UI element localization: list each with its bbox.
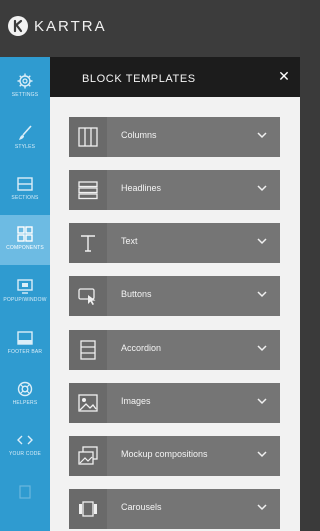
template-label: Buttons [121,289,152,299]
template-row-buttons[interactable]: Buttons [69,276,280,316]
sidebar-item-label: Footer bar [7,349,43,355]
sidebar-item-label: Helpers [12,400,38,406]
sidebar-item-label: Your code [8,451,42,457]
template-row-mockup-compositions[interactable]: Mockup compositions [69,436,280,476]
chevron-down-icon [257,504,267,511]
template-row-headlines[interactable]: Headlines [69,170,280,210]
template-label: Images [121,396,151,406]
chevron-down-icon [257,238,267,245]
sidebar-item-styles[interactable]: Styles [0,114,50,164]
sidebar-item-label: Settings [11,92,39,98]
brand-name: KARTRA [34,17,107,35]
code-icon [17,435,33,445]
close-button[interactable]: ✕ [276,68,292,84]
sidebar-item-components[interactable]: Components [0,215,50,265]
top-bar: KARTRA [0,0,300,57]
sidebar-item-footer-bar[interactable]: Footer bar [0,319,50,369]
sidebar-item-helpers[interactable]: Helpers [0,370,50,420]
footer-bar-icon [17,331,33,345]
chevron-down-icon [257,132,267,139]
template-row-accordion[interactable]: Accordion [69,330,280,370]
sidebar-item-settings[interactable]: Settings [0,62,50,112]
template-label: Carousels [121,502,162,512]
template-label: Mockup compositions [121,449,208,459]
sidebar-item-faded[interactable] [0,473,50,523]
panel-header: BLOCK TEMPLATES ✕ [50,57,300,97]
sidebar-item-label: Styles [14,144,36,150]
components-icon [17,226,33,242]
template-row-images[interactable]: Images [69,383,280,423]
block-templates-panel: BLOCK TEMPLATES ✕ Columns Headlines Text… [50,57,300,531]
images-icon [78,394,98,412]
template-label: Accordion [121,343,162,353]
sidebar: Settings Styles Sections Components Pop [0,57,50,531]
buttons-icon [78,288,96,305]
mockup-icon [78,446,98,465]
helpers-icon [17,381,33,397]
popup-icon [17,279,33,294]
text-icon [81,235,95,252]
panel-title: BLOCK TEMPLATES [82,73,196,85]
template-label: Headlines [121,183,162,193]
gear-icon [17,73,33,89]
columns-icon [78,127,98,147]
chevron-down-icon [257,398,267,405]
sidebar-item-label: Popup/window [3,297,47,303]
template-row-carousels[interactable]: Carousels [69,489,280,529]
sidebar-item-your-code[interactable]: Your code [0,421,50,471]
chevron-down-icon [257,291,267,298]
kartra-logo-icon [8,16,28,36]
template-label: Columns [121,130,157,140]
sidebar-item-label: Sections [11,195,39,201]
brush-icon [19,125,32,140]
template-label: Text [121,236,138,246]
faded-icon [19,485,31,499]
sidebar-item-label: Components [6,245,44,251]
chevron-down-icon [257,345,267,352]
sidebar-item-popup[interactable]: Popup/window [0,267,50,317]
template-row-columns[interactable]: Columns [69,117,280,157]
kartra-logo[interactable]: KARTRA [8,16,107,36]
sidebar-item-sections[interactable]: Sections [0,165,50,215]
template-row-text[interactable]: Text [69,223,280,263]
chevron-down-icon [257,185,267,192]
accordion-icon [80,340,96,360]
sections-icon [17,177,33,191]
carousel-icon [79,501,97,517]
chevron-down-icon [257,451,267,458]
headlines-icon [78,181,98,200]
